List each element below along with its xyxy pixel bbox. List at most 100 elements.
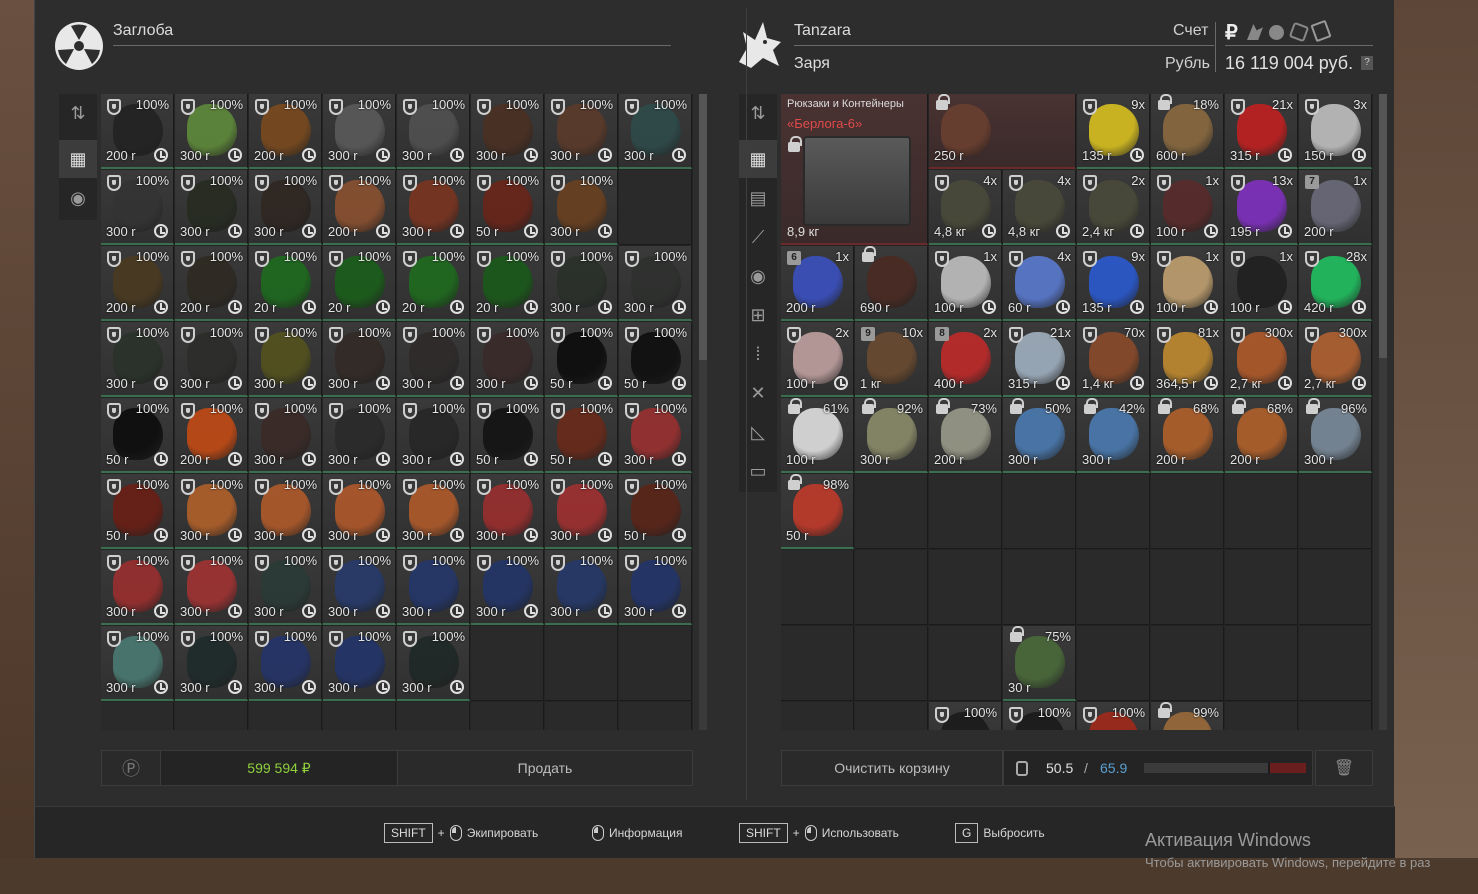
inventory-item[interactable]: 100% 50 r	[471, 170, 544, 245]
inventory-item[interactable]: 100%300 r	[249, 398, 322, 473]
inventory-item[interactable]: 4x 60 r	[1003, 246, 1076, 321]
tools-filter-icon[interactable]: ✕	[739, 374, 777, 412]
inventory-item[interactable]: 100%300 r	[1077, 702, 1150, 730]
wing-icon[interactable]	[1288, 21, 1310, 43]
inventory-item[interactable]: 100%300 r	[929, 702, 1002, 730]
inventory-item[interactable]: 100%300 r	[545, 170, 618, 245]
inventory-item[interactable]: 9 10x 1 кг	[855, 322, 928, 397]
clear-cart-button[interactable]: Очистить корзину	[781, 750, 1003, 786]
feather-icon[interactable]	[1247, 24, 1263, 40]
inventory-item[interactable]: 1x 100 r	[1225, 246, 1298, 321]
inventory-item[interactable]: 100% 200 r	[175, 246, 248, 321]
inventory-item[interactable]: 100% 20 r	[249, 246, 322, 321]
inventory-item[interactable]: 4x 4,8 кг	[929, 170, 1002, 245]
inventory-item[interactable]: 18% 600 r	[1151, 94, 1224, 169]
inventory-item[interactable]: 9x 135 r	[1077, 246, 1150, 321]
inventory-item[interactable]: 100%300 r	[175, 94, 248, 169]
box-filter-icon[interactable]: ▭	[739, 452, 777, 490]
inventory-item[interactable]: 100%300 r	[619, 550, 692, 625]
inventory-item[interactable]: 81x 364,5 r	[1151, 322, 1224, 397]
inventory-item[interactable]: 100%300 r	[175, 170, 248, 245]
inventory-item[interactable]: 1x 100 r	[929, 246, 1002, 321]
inventory-item[interactable]: 68% 200 r	[1151, 398, 1224, 473]
inventory-item[interactable]: 100% 50 r	[101, 474, 174, 549]
inventory-item[interactable]: 9x 135 r	[1077, 94, 1150, 169]
inventory-item[interactable]: 100% 20 r	[471, 246, 544, 321]
inventory-item[interactable]: 100%300 r	[545, 474, 618, 549]
grid-view-icon[interactable]: ▦	[739, 140, 777, 178]
inventory-item[interactable]: 100%300 r	[471, 550, 544, 625]
ammo-filter-icon[interactable]: ⁞	[739, 335, 777, 373]
inventory-item[interactable]: 100%300 r	[619, 94, 692, 169]
inventory-item[interactable]: 100%300 r	[397, 474, 470, 549]
right-scrollbar[interactable]	[1379, 94, 1387, 730]
inventory-item[interactable]: 100%300 r	[249, 474, 322, 549]
inventory-item[interactable]: 100% 50 r	[545, 322, 618, 397]
coin-icon[interactable]	[1269, 25, 1284, 40]
inventory-item[interactable]: 100% 200 r	[175, 398, 248, 473]
inventory-item[interactable]: 100%300 r	[249, 550, 322, 625]
ruble-circle-icon[interactable]: Ⓟ	[101, 750, 161, 786]
inventory-item[interactable]: 690 r	[855, 246, 928, 321]
sell-button[interactable]: Продать	[397, 750, 693, 786]
inventory-item[interactable]: 100%300 r	[397, 398, 470, 473]
inventory-item[interactable]: 100%300 r	[397, 170, 470, 245]
inventory-item[interactable]: 100%300 r	[101, 626, 174, 701]
inventory-item[interactable]: 100%300 r	[471, 94, 544, 169]
inventory-item[interactable]: 50% 300 r	[1003, 398, 1076, 473]
inventory-item[interactable]: 100% 200 r	[323, 170, 396, 245]
inventory-item[interactable]: 2x 100 r	[781, 322, 854, 397]
inventory-item[interactable]: 100% 20 r	[323, 246, 396, 321]
inventory-item[interactable]: 100%300 r	[175, 474, 248, 549]
inventory-item[interactable]: 70x 1,4 кг	[1077, 322, 1150, 397]
inventory-item[interactable]: 300x 2,7 кг	[1299, 322, 1372, 397]
armor-filter-icon[interactable]: ▤	[739, 179, 777, 217]
inventory-item[interactable]: 1x 100 r	[1151, 170, 1224, 245]
inventory-item[interactable]: 98% 50 r	[781, 474, 854, 549]
inventory-item[interactable]: 100% 20 r	[397, 246, 470, 321]
inventory-item[interactable]: 4x 4,8 кг	[1003, 170, 1076, 245]
token-icon[interactable]	[1310, 19, 1332, 43]
trash-icon[interactable]: 🗑	[1315, 750, 1373, 786]
inventory-item[interactable]: 100%300 r	[249, 322, 322, 397]
container-item[interactable]: Рюкзаки и Контейнеры «Берлога-6» 8,9 кг	[781, 94, 928, 245]
inventory-item[interactable]: 100%300 r	[101, 170, 174, 245]
inventory-item[interactable]: 73% 200 r	[929, 398, 1002, 473]
inventory-item[interactable]: 100%300 r	[323, 322, 396, 397]
medkit-filter-icon[interactable]: ⊞	[739, 296, 777, 334]
inventory-item[interactable]: 100%300 r	[397, 550, 470, 625]
inventory-item[interactable]: 100%300 r	[323, 474, 396, 549]
inventory-item[interactable]: 100% 50 r	[619, 322, 692, 397]
inventory-item[interactable]: 100%300 r	[545, 550, 618, 625]
inventory-item[interactable]: 100%300 r	[397, 626, 470, 701]
inventory-item[interactable]: 75% 30 r	[1003, 626, 1076, 701]
artifact-filter-icon[interactable]: ◉	[739, 257, 777, 295]
left-scrollbar[interactable]	[699, 94, 707, 730]
inventory-item[interactable]: 100%300 r	[545, 94, 618, 169]
inventory-item[interactable]: 100%300 r	[397, 322, 470, 397]
inventory-item[interactable]: 100%300 r	[619, 246, 692, 321]
inventory-item[interactable]: 100%300 r	[175, 626, 248, 701]
inventory-item[interactable]: 100%300 r	[175, 550, 248, 625]
inventory-item[interactable]: 96% 300 r	[1299, 398, 1372, 473]
inventory-item[interactable]: 92% 300 r	[855, 398, 928, 473]
inventory-item[interactable]: 28x 420 r	[1299, 246, 1372, 321]
inventory-item[interactable]: 250 r	[929, 94, 1076, 169]
artifact-filter-icon[interactable]: ◉	[59, 179, 97, 217]
grid-view-icon[interactable]: ▦	[59, 140, 97, 178]
inventory-item[interactable]: 100% 50 r	[545, 398, 618, 473]
inventory-item[interactable]: 2x 2,4 кг	[1077, 170, 1150, 245]
inventory-item[interactable]: 100%300 r	[545, 246, 618, 321]
inventory-item[interactable]: 21x 315 r	[1225, 94, 1298, 169]
inventory-item[interactable]: 100%300 r	[249, 626, 322, 701]
inventory-item[interactable]: 100% 50 r	[619, 474, 692, 549]
sort-icon[interactable]: ⇅	[59, 94, 97, 132]
inventory-item[interactable]: 100%300 r	[101, 322, 174, 397]
inventory-item[interactable]: 100%300 r	[471, 474, 544, 549]
inventory-item[interactable]: 100%300 r	[101, 550, 174, 625]
inventory-item[interactable]: 100%300 r	[397, 94, 470, 169]
document-filter-icon[interactable]: ◺	[739, 413, 777, 451]
inventory-item[interactable]: 100%300 r	[1003, 702, 1076, 730]
inventory-item[interactable]: 3x 150 r	[1299, 94, 1372, 169]
inventory-item[interactable]: 68% 200 r	[1225, 398, 1298, 473]
